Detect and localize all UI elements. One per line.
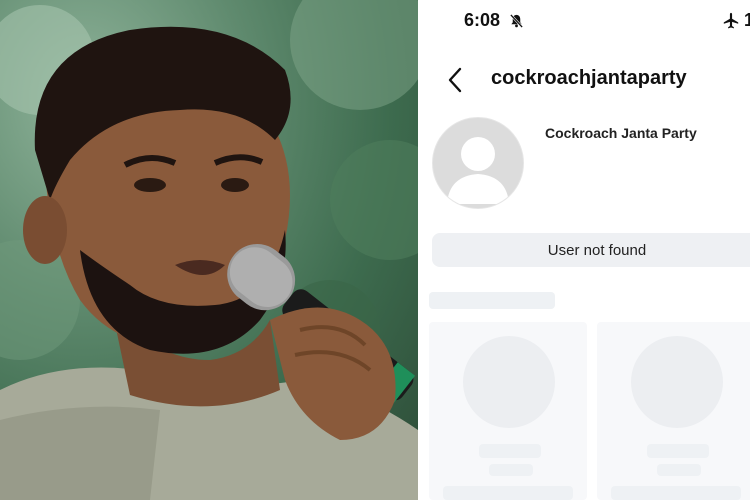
- back-chevron-icon[interactable]: [447, 67, 463, 93]
- skeleton-line: [647, 444, 709, 458]
- status-indicator: 1: [744, 10, 750, 30]
- speaker-photo: [0, 0, 418, 500]
- skeleton-button: [443, 486, 573, 500]
- default-avatar-icon: [432, 117, 524, 209]
- skeleton-line: [657, 464, 701, 476]
- skeleton-line: [479, 444, 541, 458]
- status-time: 6:08: [464, 10, 501, 30]
- skeleton-button: [611, 486, 741, 500]
- bell-off-icon: [509, 14, 524, 28]
- skeleton-avatar: [463, 336, 555, 428]
- user-not-found-banner: User not found: [432, 233, 750, 267]
- user-not-found-text: User not found: [547, 241, 647, 259]
- profile-username: cockroachjantaparty: [491, 67, 687, 89]
- airplane-icon: [723, 12, 739, 29]
- skeleton-card: [429, 322, 587, 500]
- skeleton-card: [597, 322, 750, 500]
- skeleton-avatar: [631, 336, 723, 428]
- profile-display-name: Cockroach Janta Party: [545, 125, 697, 141]
- skeleton-line: [489, 464, 533, 476]
- speaker-illustration: [0, 0, 418, 500]
- skeleton-bar: [429, 292, 555, 309]
- phone-screenshot: 6:08 1 cockroachjantaparty Cockroach Jan…: [421, 0, 750, 500]
